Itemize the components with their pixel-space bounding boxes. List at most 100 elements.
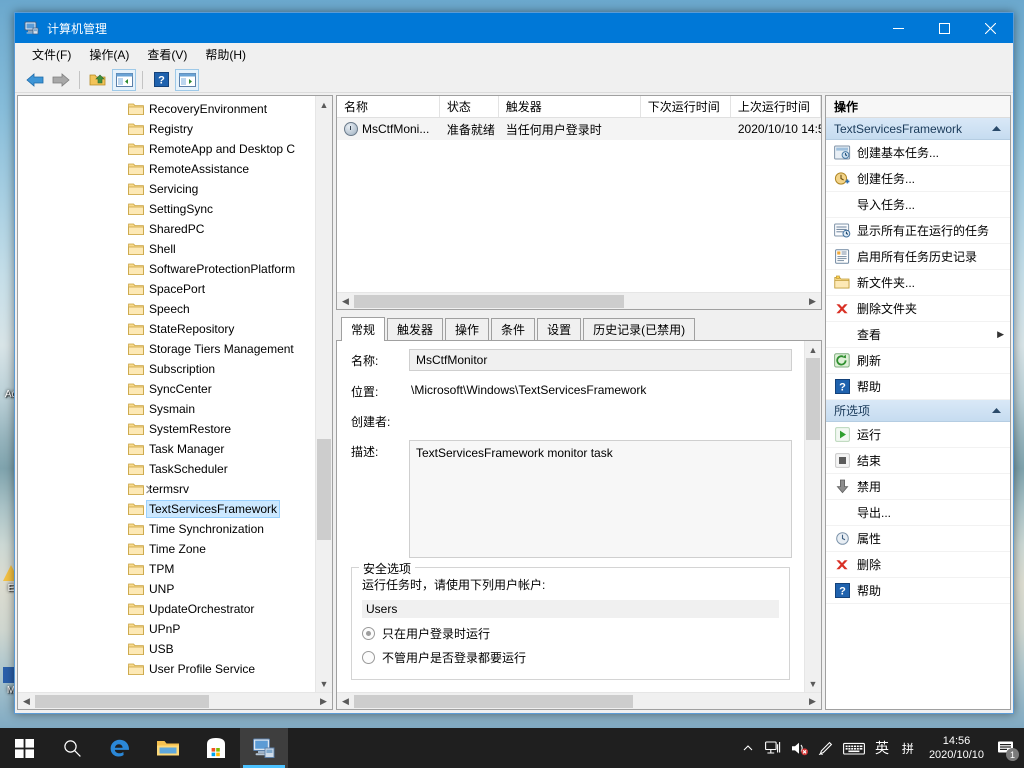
action-item[interactable]: 属性 (826, 526, 1010, 552)
scroll-right-arrow-icon[interactable]: ▶ (804, 696, 821, 707)
action-item[interactable]: ?帮助 (826, 578, 1010, 604)
scroll-track[interactable] (354, 294, 804, 309)
scroll-right-arrow-icon[interactable]: ▶ (315, 696, 332, 707)
scroll-track[interactable] (805, 358, 821, 675)
task-list-horizontal-scrollbar[interactable]: ◀ ▶ (337, 292, 821, 309)
tree-item[interactable]: UpdateOrchestrator (18, 599, 315, 619)
tree-item[interactable]: Registry (18, 119, 315, 139)
column-header[interactable]: 触发器 (499, 96, 641, 117)
radio-indicator[interactable] (362, 627, 375, 640)
action-item[interactable]: 显示所有正在运行的任务 (826, 218, 1010, 244)
tree-item[interactable]: User Profile Service (18, 659, 315, 679)
tree-item[interactable]: RecoveryEnvironment (18, 99, 315, 119)
tray-chevron-up-icon[interactable] (735, 728, 761, 768)
action-item[interactable]: ?帮助 (826, 374, 1010, 400)
action-item[interactable]: 导入任务... (826, 192, 1010, 218)
tree-item[interactable]: SharedPC (18, 219, 315, 239)
tree-item[interactable]: RemoteAssistance (18, 159, 315, 179)
menu-action[interactable]: 操作(A) (80, 43, 138, 66)
chevron-up-icon[interactable] (991, 404, 1002, 418)
table-row[interactable]: MsCtfMoni...准备就绪当任何用户登录时2020/10/10 14:53 (337, 118, 821, 140)
minimize-button[interactable] (875, 13, 921, 43)
up-folder-icon[interactable] (86, 69, 110, 91)
scroll-track[interactable] (316, 113, 332, 675)
tree-item[interactable]: Subscription (18, 359, 315, 379)
scroll-left-arrow-icon[interactable]: ◀ (18, 696, 35, 707)
touch-keyboard-icon[interactable] (839, 728, 869, 768)
scroll-track[interactable] (354, 694, 804, 709)
search-button[interactable] (48, 728, 96, 768)
tree-item[interactable]: SyncCenter (18, 379, 315, 399)
action-item[interactable]: 启用所有任务历史记录 (826, 244, 1010, 270)
scroll-thumb[interactable] (354, 695, 633, 708)
menu-help[interactable]: 帮助(H) (196, 43, 255, 66)
scroll-up-arrow-icon[interactable]: ▲ (316, 96, 332, 113)
tree-vertical-scrollbar[interactable]: ▲ ▼ (315, 96, 332, 692)
radio-run-only-when-logged-on[interactable]: 只在用户登录时运行 (362, 625, 779, 642)
tab-1[interactable]: 触发器 (387, 318, 443, 340)
scroll-up-arrow-icon[interactable]: ▲ (805, 341, 821, 358)
tree-item[interactable]: termsrv (18, 479, 315, 499)
volume-muted-icon[interactable] (787, 728, 813, 768)
tree-item[interactable]: TaskScheduler (18, 459, 315, 479)
column-header[interactable]: 名称 (337, 96, 440, 117)
tree-item[interactable]: TPM (18, 559, 315, 579)
scroll-thumb[interactable] (35, 695, 209, 708)
tab-3[interactable]: 条件 (491, 318, 535, 340)
action-item[interactable]: 删除文件夹 (826, 296, 1010, 322)
scroll-thumb[interactable] (806, 358, 820, 440)
tab-0[interactable]: 常规 (341, 317, 385, 341)
maximize-button[interactable] (921, 13, 967, 43)
tree-item[interactable]: SoftwareProtectionPlatform (18, 259, 315, 279)
tree-item[interactable]: StateRepository (18, 319, 315, 339)
tree-item[interactable]: SettingSync (18, 199, 315, 219)
scroll-thumb[interactable] (354, 295, 624, 308)
column-header[interactable]: 状态 (440, 96, 499, 117)
scroll-down-arrow-icon[interactable]: ▼ (316, 675, 332, 692)
description-field[interactable]: TextServicesFramework monitor task (409, 440, 792, 558)
action-item[interactable]: 导出... (826, 500, 1010, 526)
tab-5[interactable]: 历史记录(已禁用) (583, 318, 695, 340)
ime-language-indicator[interactable]: 英 (869, 728, 895, 768)
action-item[interactable]: 结束 (826, 448, 1010, 474)
tree-item[interactable]: USB (18, 639, 315, 659)
tree-item[interactable]: TextServicesFramework (18, 499, 315, 519)
detail-vertical-scrollbar[interactable]: ▲ ▼ (804, 341, 821, 692)
actions-group-header[interactable]: 所选项 (826, 400, 1010, 422)
computer-management-button[interactable] (240, 728, 288, 768)
tree-item[interactable]: Storage Tiers Management (18, 339, 315, 359)
tree-item[interactable]: Time Zone (18, 539, 315, 559)
scroll-right-arrow-icon[interactable]: ▶ (804, 296, 821, 307)
help-icon[interactable]: ? (149, 69, 173, 91)
action-item[interactable]: 运行 (826, 422, 1010, 448)
ime-mode-indicator[interactable]: 拼 (895, 728, 921, 768)
start-button[interactable] (0, 728, 48, 768)
scroll-left-arrow-icon[interactable]: ◀ (337, 296, 354, 307)
close-button[interactable] (967, 13, 1013, 43)
action-item[interactable]: 创建任务... (826, 166, 1010, 192)
detail-horizontal-scrollbar[interactable]: ◀ ▶ (337, 692, 821, 709)
tab-4[interactable]: 设置 (537, 318, 581, 340)
pen-icon[interactable] (813, 728, 839, 768)
tree-item[interactable]: Shell (18, 239, 315, 259)
chevron-up-icon[interactable] (991, 122, 1002, 136)
name-field[interactable]: MsCtfMonitor (409, 349, 792, 371)
action-item[interactable]: 创建基本任务... (826, 140, 1010, 166)
tree-item[interactable]: Sysmain (18, 399, 315, 419)
tree-item[interactable]: UNP (18, 579, 315, 599)
radio-run-whether-logged-on-or-not[interactable]: 不管用户是否登录都要运行 (362, 649, 779, 666)
tree-item[interactable]: SpacePort (18, 279, 315, 299)
column-header[interactable]: 上次运行时间 (731, 96, 821, 117)
action-item[interactable]: 新文件夹... (826, 270, 1010, 296)
action-item[interactable]: 删除 (826, 552, 1010, 578)
clock[interactable]: 14:56 2020/10/10 (921, 728, 992, 768)
menu-view[interactable]: 查看(V) (138, 43, 196, 66)
actions-group-header[interactable]: TextServicesFramework (826, 118, 1010, 140)
network-icon[interactable] (761, 728, 787, 768)
tree-item[interactable]: Servicing (18, 179, 315, 199)
edge-button[interactable] (96, 728, 144, 768)
show-hide-action-pane-icon[interactable] (175, 69, 199, 91)
scroll-left-arrow-icon[interactable]: ◀ (337, 696, 354, 707)
tab-2[interactable]: 操作 (445, 318, 489, 340)
action-item[interactable]: 刷新 (826, 348, 1010, 374)
